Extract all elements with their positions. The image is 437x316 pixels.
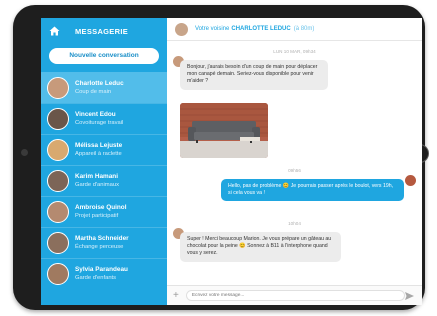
contact-text: Mélissa Lejuste Appareil à raclette [75,142,122,158]
contact-subtitle: Garde d'enfants [75,274,117,281]
user-avatar [405,175,416,186]
contact-text: Martha Schneider Échange perceuse [75,235,129,251]
header-distance: (à 80m) [293,26,315,32]
avatar [47,138,69,161]
contact-item[interactable]: Karim Hamani Garde d'animaux [41,165,167,196]
conversation-panel: Votre voisine CHARLOTTE LEDUC (à 80m) LU… [167,18,422,305]
contact-name: Charlotte Leduc [75,79,124,87]
message-bubble: Super ! Merci beaucoup Marion. Je vous p… [180,232,341,262]
contact-subtitle: Échange perceuse [75,243,124,250]
header-prefix: Votre voisine [195,26,230,32]
message-bubble-sent: Hello, pas de problème 😊 Je pourrais pas… [221,179,404,202]
new-conversation-button[interactable]: Nouvelle conversation [49,48,159,64]
avatar [47,231,69,254]
contact-text: Ambroise Quinol Projet participatif [75,204,126,220]
contact-name: Karim Hamani [75,172,118,180]
home-icon[interactable] [49,26,63,36]
sofa-photo[interactable] [180,103,268,158]
contact-item[interactable]: Sylvia Parandeau Garde d'enfants [41,258,167,289]
conversation-header: Votre voisine CHARLOTTE LEDUC (à 80m) [167,18,422,41]
sidebar: MESSAGERIE Nouvelle conversation Charlot… [41,18,167,305]
header-avatar [175,22,188,36]
message-input[interactable] [185,290,405,301]
camera [21,149,28,156]
tablet-frame: MESSAGERIE Nouvelle conversation Charlot… [13,5,429,310]
avatar [47,76,69,99]
composer-bar: + [167,285,422,305]
contact-name: Ambroise Quinol [75,203,127,211]
contact-name: Vincent Edou [75,110,116,118]
contact-subtitle: Covoiturage travail [75,119,124,126]
contact-name: Mélissa Lejuste [75,141,123,149]
contact-item[interactable]: Vincent Edou Covoiturage travail [41,103,167,134]
contact-list: Charlotte Leduc Coup de main Vincent Edou C… [41,72,167,289]
timestamp: LUN 10 MAR, 09h34 [273,49,316,54]
contact-item[interactable]: Charlotte Leduc Coup de main [41,72,167,103]
avatar [47,200,69,223]
contact-text: Sylvia Parandeau Garde d'enfants [75,266,128,282]
contact-name: Sylvia Parandeau [75,265,128,273]
contact-text: Karim Hamani Garde d'animaux [75,173,119,189]
contact-subtitle: Projet participatif [75,212,119,219]
contact-text: Charlotte Leduc Coup de main [75,80,124,96]
sidebar-header: MESSAGERIE [41,18,167,44]
header-name: CHARLOTTE LEDUC [231,26,291,32]
avatar [47,169,69,192]
send-icon[interactable] [405,291,414,300]
contact-subtitle: Coup de main [75,88,112,95]
avatar [47,262,69,285]
timestamp: 10h04 [288,221,301,226]
app-screen: MESSAGERIE Nouvelle conversation Charlot… [41,18,422,305]
contact-item[interactable]: Ambroise Quinol Projet participatif [41,196,167,227]
contact-text: Vincent Edou Covoiturage travail [75,111,123,127]
message-bubble: Bonjour, j'aurais besoin d'un coup de ma… [180,60,328,90]
plus-icon[interactable]: + [173,290,179,301]
contact-name: Martha Schneider [75,234,129,242]
contact-subtitle: Appareil à raclette [75,150,122,157]
avatar [47,107,69,130]
contact-item[interactable]: Mélissa Lejuste Appareil à raclette [41,134,167,165]
contact-item[interactable]: Martha Schneider Échange perceuse [41,227,167,258]
contact-subtitle: Garde d'animaux [75,181,119,188]
app-title: MESSAGERIE [75,26,129,36]
timestamp: 09h56 [288,168,301,173]
